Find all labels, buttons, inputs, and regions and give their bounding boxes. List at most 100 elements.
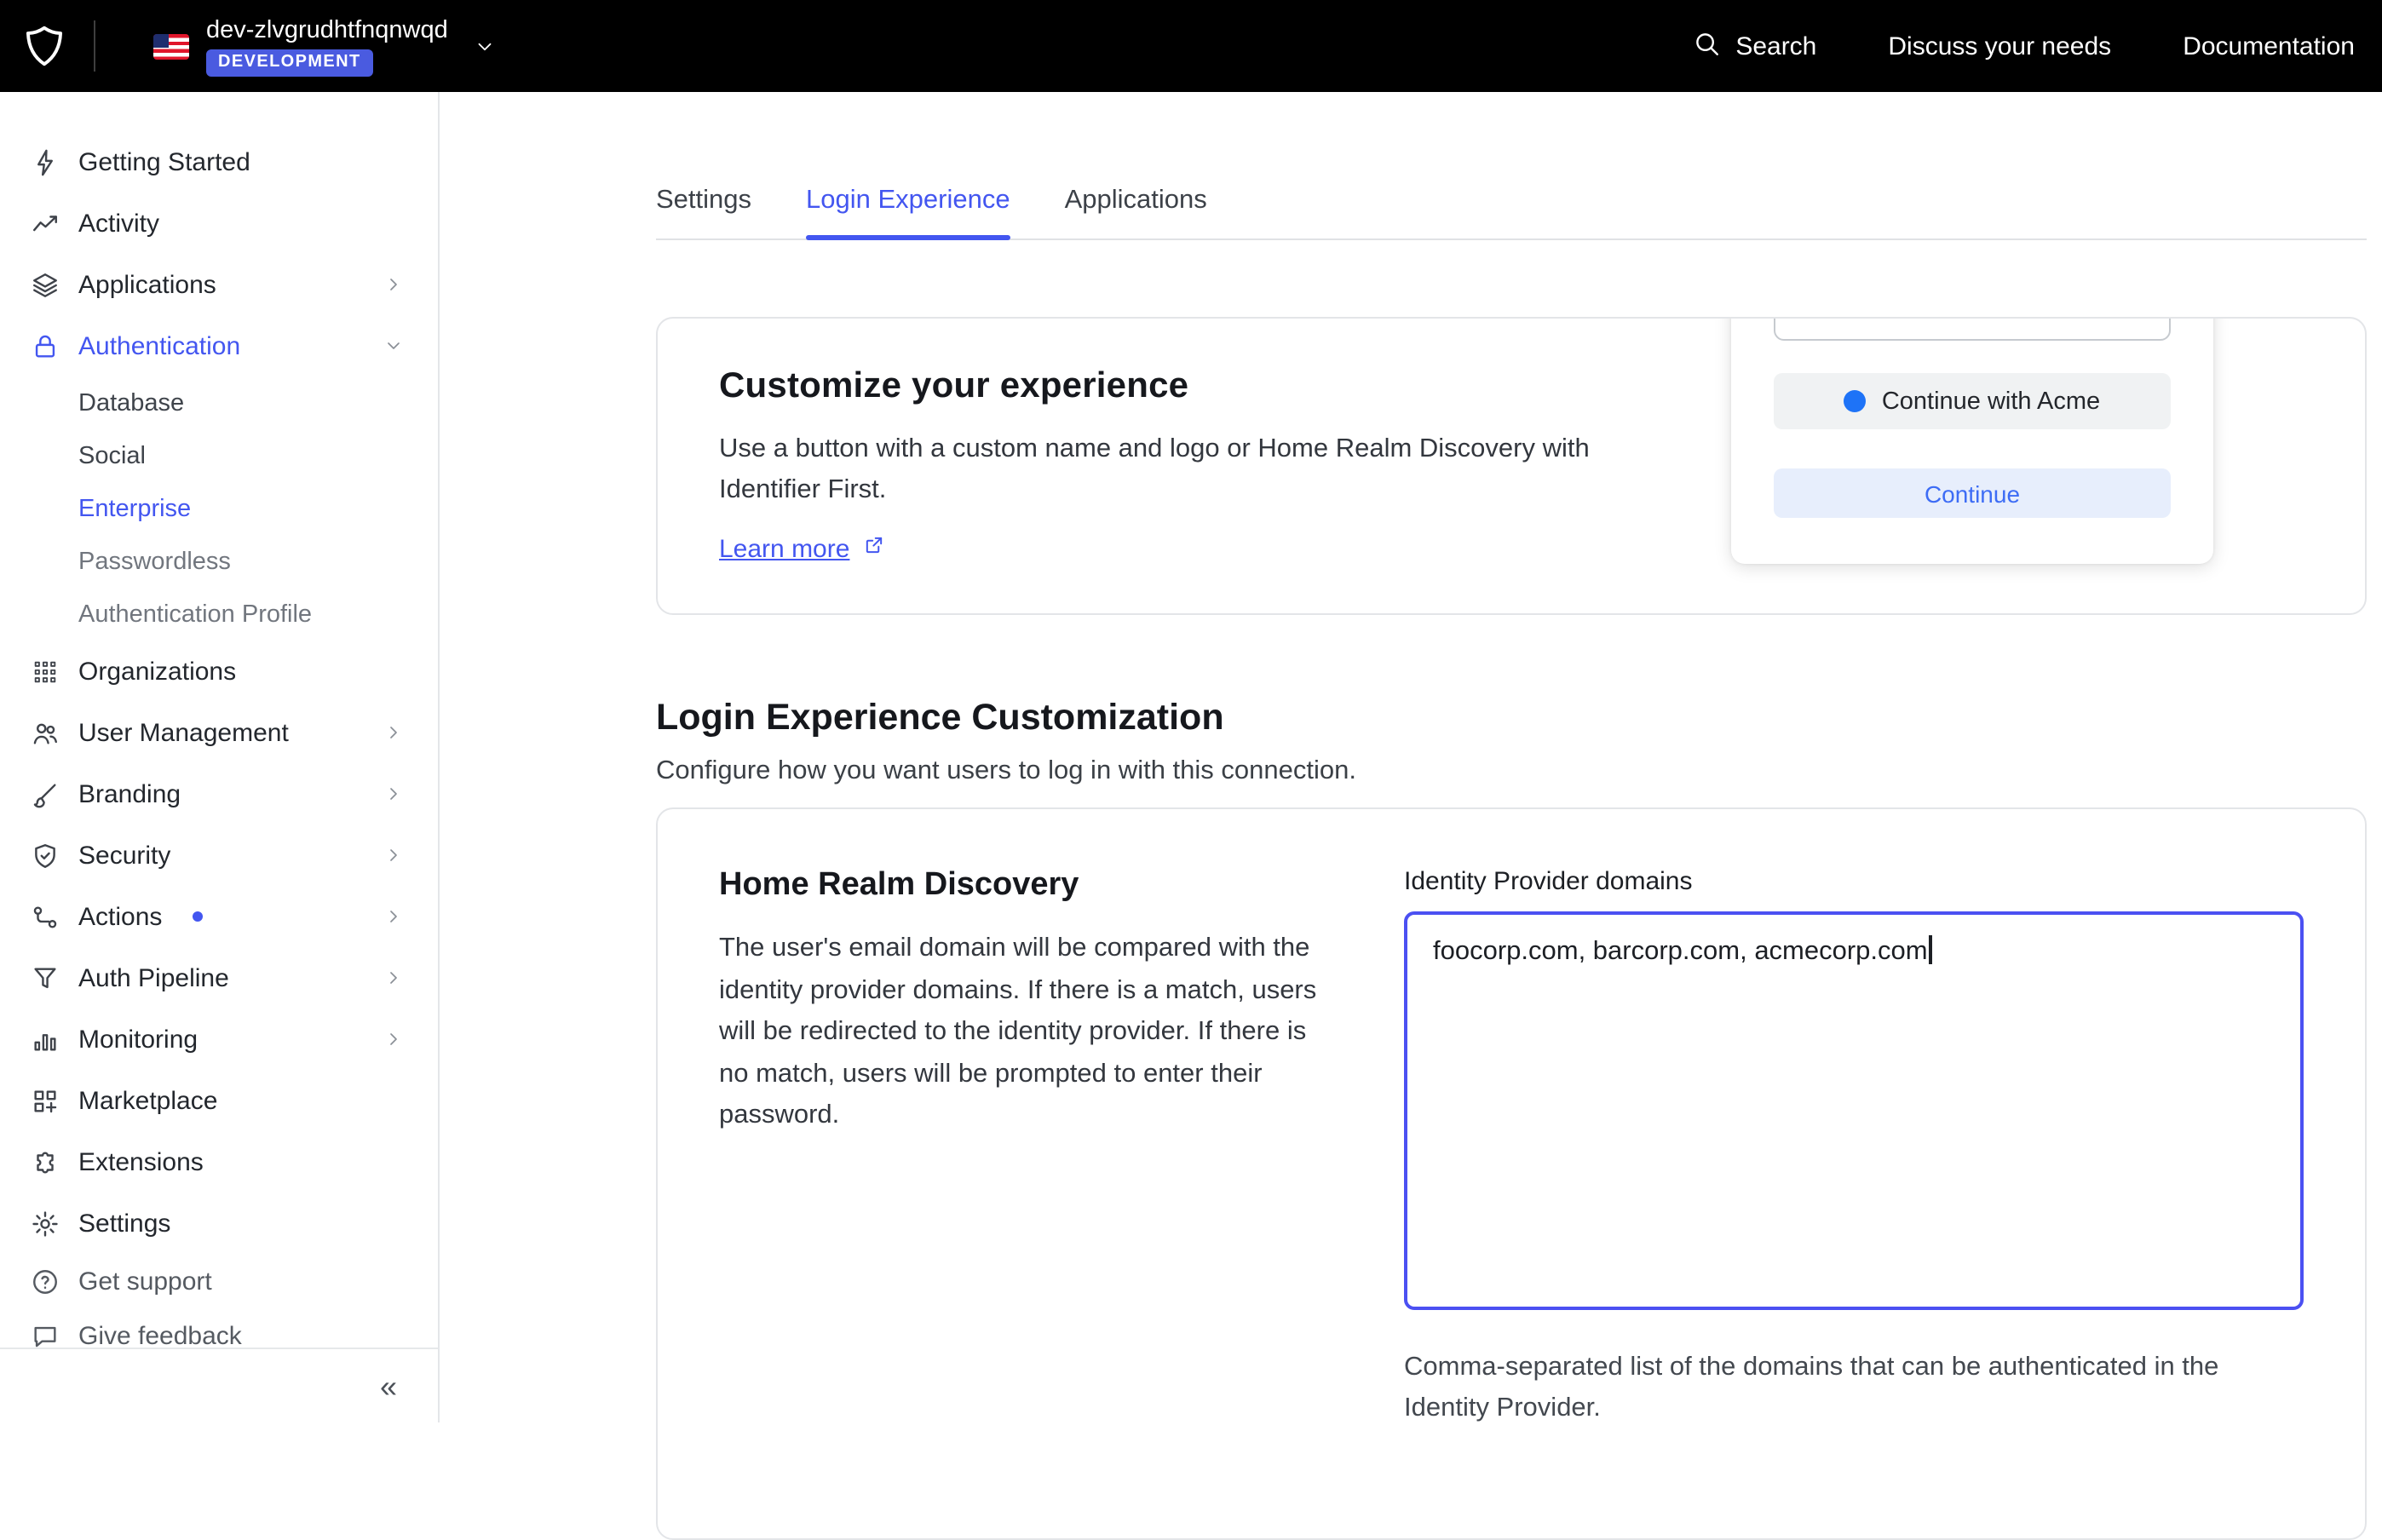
external-link-icon [861, 533, 885, 564]
chevron-right-icon [383, 784, 404, 804]
environment-badge: DEVELOPMENT [206, 49, 373, 76]
sidebar-item-settings[interactable]: Settings [0, 1192, 438, 1254]
chevron-right-icon [383, 845, 404, 865]
sidebar-item-security[interactable]: Security [0, 825, 438, 886]
chevron-right-icon [383, 274, 404, 295]
sidebar-item-label: Security [78, 841, 170, 870]
sidebar-item-label: Extensions [78, 1147, 204, 1176]
gear-icon [31, 1209, 60, 1238]
sidebar-footer: « [0, 1348, 438, 1422]
tenant-switcher[interactable]: dev-zlvgrudhtfnqnwqd DEVELOPMENT [153, 16, 496, 76]
users-icon [31, 718, 60, 747]
bar-chart-icon [31, 1025, 60, 1054]
collapse-sidebar-button[interactable]: « [380, 1370, 397, 1401]
tab-login-experience[interactable]: Login Experience [806, 186, 1010, 238]
app-root: dev-zlvgrudhtfnqnwqd DEVELOPMENT Search … [0, 0, 2382, 1422]
topbar-nav: Search Discuss your needs Documentation [1691, 28, 2355, 64]
funnel-icon [31, 963, 60, 992]
sidebar-item-get-support[interactable]: Get support [0, 1254, 438, 1308]
idp-domains-input[interactable]: foocorp.com, barcorp.com, acmecorp.com [1404, 911, 2304, 1310]
auth0-logo-icon[interactable] [22, 24, 66, 68]
topbar-divider [94, 20, 95, 72]
idp-domains-helper-text: Comma-separated list of the domains that… [1404, 1348, 2304, 1429]
sidebar-item-marketplace[interactable]: Marketplace [0, 1070, 438, 1131]
chevron-right-icon [383, 722, 404, 743]
continue-with-acme-button[interactable]: Continue with Acme [1774, 373, 2171, 429]
sidebar-item-label: Applications [78, 270, 216, 299]
chevron-down-icon [383, 336, 404, 356]
tab-settings[interactable]: Settings [656, 186, 751, 238]
search-icon [1691, 28, 1720, 64]
preview-email-input[interactable] [1774, 317, 2171, 341]
notification-dot [193, 911, 203, 922]
sidebar-item-label: Give feedback [78, 1321, 242, 1348]
sidebar-item-monitoring[interactable]: Monitoring [0, 1008, 438, 1070]
sidebar-item-give-feedback[interactable]: Give feedback [0, 1308, 438, 1348]
puzzle-icon [31, 1147, 60, 1176]
chevron-down-icon [474, 35, 496, 57]
sidebar-item-label: Getting Started [78, 147, 250, 176]
grid-plus-icon [31, 1086, 60, 1115]
tab-bar: Settings Login Experience Applications [656, 186, 2367, 240]
sidebar-item-organizations[interactable]: Organizations [0, 641, 438, 702]
sidebar-item-social[interactable]: Social [0, 429, 438, 482]
tab-applications[interactable]: Applications [1065, 186, 1207, 238]
home-realm-discovery-card: Home Realm Discovery The user's email do… [656, 807, 2367, 1540]
search-button[interactable]: Search [1691, 28, 1816, 64]
sidebar-item-label: Activity [78, 209, 159, 238]
sidebar-item-label: Actions [78, 902, 162, 931]
section-subtitle: Configure how you want users to log in w… [656, 756, 2367, 787]
sidebar-item-applications[interactable]: Applications [0, 254, 438, 315]
sidebar-item-branding[interactable]: Branding [0, 763, 438, 825]
sidebar-item-authentication-profile[interactable]: Authentication Profile [0, 588, 438, 641]
continue-button[interactable]: Continue [1774, 468, 2171, 518]
sidebar-item-database[interactable]: Database [0, 376, 438, 429]
sidebar-item-passwordless[interactable]: Passwordless [0, 535, 438, 588]
sidebar-item-authentication[interactable]: Authentication [0, 315, 438, 376]
sidebar-item-user-management[interactable]: User Management [0, 702, 438, 763]
documentation-link[interactable]: Documentation [2183, 32, 2355, 60]
sidebar-item-label: User Management [78, 718, 289, 747]
flow-icon [31, 902, 60, 931]
learn-more-link[interactable]: Learn more [719, 533, 885, 564]
chevron-right-icon [383, 1029, 404, 1049]
sidebar-item-label: Authentication [78, 331, 240, 360]
sidebar-item-getting-started[interactable]: Getting Started [0, 131, 438, 192]
sidebar-item-actions[interactable]: Actions [0, 886, 438, 947]
grid-icon [31, 657, 60, 686]
text-caret [1930, 935, 1932, 964]
hrd-title: Home Realm Discovery [719, 867, 1319, 905]
chevron-right-icon [383, 906, 404, 927]
customize-experience-card: Customize your experience Use a button w… [656, 317, 2367, 615]
sidebar-item-label: Get support [78, 1267, 212, 1296]
activity-icon [31, 209, 60, 238]
layers-icon [31, 270, 60, 299]
help-icon [31, 1267, 60, 1296]
idp-domains-value: foocorp.com, barcorp.com, acmecorp.com [1433, 937, 1928, 966]
sidebar-item-label: Organizations [78, 657, 236, 686]
sidebar-item-label: Settings [78, 1209, 170, 1238]
idp-domains-label: Identity Provider domains [1404, 867, 2304, 896]
sidebar-item-enterprise[interactable]: Enterprise [0, 482, 438, 535]
lock-icon [31, 331, 60, 360]
tenant-name: dev-zlvgrudhtfnqnwqd [206, 16, 448, 43]
sidebar: Getting Started Activity Applications [0, 92, 440, 1422]
customize-card-description: Use a button with a custom name and logo… [719, 429, 1625, 511]
discuss-your-needs-link[interactable]: Discuss your needs [1888, 32, 2111, 60]
acme-logo-icon [1844, 390, 1867, 412]
feedback-icon [31, 1321, 60, 1348]
sidebar-item-label: Branding [78, 779, 181, 808]
search-label: Search [1735, 32, 1816, 60]
sidebar-item-activity[interactable]: Activity [0, 192, 438, 254]
bolt-icon [31, 147, 60, 176]
sidebar-item-label: Auth Pipeline [78, 963, 229, 992]
sidebar-item-label: Marketplace [78, 1086, 217, 1115]
main-content: Settings Login Experience Applications C… [440, 92, 2382, 1422]
acme-button-label: Continue with Acme [1882, 388, 2100, 415]
sidebar-nav: Getting Started Activity Applications [0, 92, 438, 1348]
chevron-right-icon [383, 968, 404, 988]
sidebar-item-extensions[interactable]: Extensions [0, 1131, 438, 1192]
sidebar-item-auth-pipeline[interactable]: Auth Pipeline [0, 947, 438, 1008]
learn-more-label: Learn more [719, 534, 849, 563]
login-preview-panel: Continue with Acme Continue [1731, 317, 2213, 564]
